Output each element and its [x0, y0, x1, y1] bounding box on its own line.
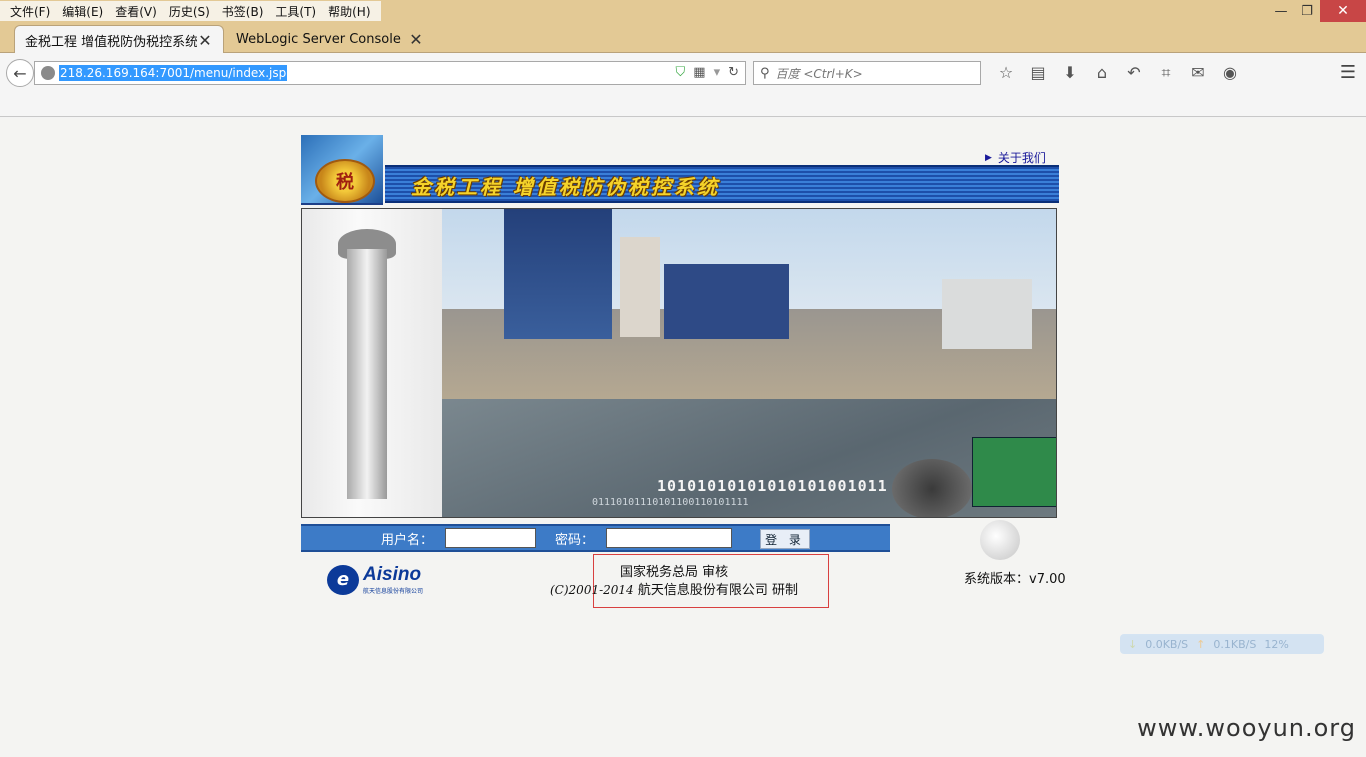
globe-icon [41, 66, 55, 80]
close-window-button[interactable]: ✕ [1320, 0, 1366, 22]
chat-icon[interactable]: ✉ [1182, 63, 1214, 83]
download-icon[interactable]: ⬇ [1054, 63, 1086, 83]
menu-list: 文件(F) 编辑(E) 查看(V) 历史(S) 书签(B) 工具(T) 帮助(H… [0, 1, 381, 21]
undo-icon[interactable]: ↶ [1118, 63, 1150, 83]
aisino-logo: e Aisino 航天信息股份有限公司 [327, 564, 423, 595]
logo-text: Aisino 航天信息股份有限公司 [363, 564, 423, 595]
window-controls: — ❐ ✕ [1268, 0, 1366, 22]
tax-emblem-icon: 税 [315, 159, 375, 203]
building-graphic [504, 209, 612, 339]
url-icons: ⛉ ▦ ▾ ↻ [676, 65, 740, 80]
star-icon[interactable]: ☆ [990, 63, 1022, 83]
tab-label: WebLogic Server Console [236, 32, 401, 47]
menu-help[interactable]: 帮助(H) [322, 3, 376, 20]
menu-history[interactable]: 历史(S) [163, 3, 216, 20]
crop-icon[interactable]: ⌗ [1150, 63, 1182, 83]
url-bar[interactable]: 218.26.169.164:7001/menu/index.jsp ⛉ ▦ ▾… [34, 61, 746, 85]
menu-tools[interactable]: 工具(T) [269, 3, 322, 20]
search-placeholder: 百度 <Ctrl+K> [775, 66, 863, 81]
tab-weblogic[interactable]: WebLogic Server Console ✕ [226, 25, 434, 54]
cpu-usage: 12% [1264, 637, 1289, 651]
search-icon: ⚲ [760, 65, 770, 81]
system-title: 金税工程 增值税防伪税控系统 [411, 175, 720, 199]
network-monitor: ↓ 0.0KB/S ↑ 0.1KB/S 12% [1120, 634, 1324, 654]
home-icon[interactable]: ⌂ [1086, 63, 1118, 83]
login-bar: 用户名： 密码： 登 录 [301, 524, 890, 552]
search-bar[interactable]: ⚲ 百度 <Ctrl+K> [753, 61, 981, 85]
building-graphic [942, 279, 1032, 349]
username-label: 用户名： [381, 532, 434, 548]
copyright-years: (C)2001-2014 [550, 583, 634, 597]
minimize-button[interactable]: — [1268, 0, 1294, 22]
upload-arrow-icon: ↑ [1196, 637, 1206, 651]
circuit-board-graphic [972, 437, 1056, 507]
username-input[interactable] [445, 528, 536, 548]
building-graphic [620, 237, 660, 337]
close-tab-icon[interactable]: ✕ [197, 31, 213, 50]
huabiao-column [347, 249, 387, 499]
building-graphic [664, 264, 789, 339]
menu-view[interactable]: 查看(V) [109, 3, 163, 20]
reload-icon[interactable]: ↻ [728, 65, 739, 80]
tab-bar: 金税工程 增值税防伪税控系统... ✕ WebLogic Server Cons… [0, 22, 1366, 73]
menu-bar: 文件(F) 编辑(E) 查看(V) 历史(S) 书签(B) 工具(T) 帮助(H… [0, 0, 1366, 22]
shield-icon[interactable]: ⛉ [676, 65, 686, 80]
profile-icon[interactable]: ◉ [1214, 63, 1246, 83]
login-button[interactable]: 登 录 [760, 529, 810, 549]
menu-bookmarks[interactable]: 书签(B) [216, 3, 270, 20]
nav-bar: ← 218.26.169.164:7001/menu/index.jsp ⛉ ▦… [0, 53, 1366, 93]
chevron-down-icon[interactable]: ▾ [714, 65, 721, 80]
system-version: 系统版本：v7.00 [964, 572, 1066, 587]
download-speed: 0.0KB/S [1145, 637, 1189, 651]
page-content: ▶ 关于我们 税 金税工程 增值税防伪税控系统 0111010111010110… [0, 118, 1366, 757]
reading-list-icon[interactable]: ▤ [1022, 63, 1054, 83]
menu-edit[interactable]: 编辑(E) [56, 3, 109, 20]
header-banner: 税 金税工程 增值税防伪税控系统 [301, 135, 1059, 205]
logo-subtitle: 航天信息股份有限公司 [363, 588, 424, 595]
download-arrow-icon: ↓ [1128, 637, 1138, 651]
watermark: www.wooyun.org [1137, 714, 1356, 742]
bookmark-bar [0, 93, 1366, 117]
menu-file[interactable]: 文件(F) [4, 3, 56, 20]
tab-label: 金税工程 增值税防伪税控系统... [25, 34, 197, 50]
review-line: 国家税务总局 审核 [620, 565, 729, 580]
developer-text: 航天信息股份有限公司 研制 [637, 583, 798, 598]
close-tab-icon[interactable]: ✕ [408, 30, 424, 49]
url-text[interactable]: 218.26.169.164:7001/menu/index.jsp [59, 65, 288, 81]
tab-tax-system[interactable]: 金税工程 增值税防伪税控系统... ✕ [14, 25, 224, 54]
mouse-graphic [980, 520, 1020, 560]
keyboard-graphic [892, 459, 972, 517]
hero-image: 01110101110101100110101111 1010101010101… [301, 208, 1057, 518]
back-button[interactable]: ← [6, 59, 34, 87]
logo-name: Aisino [363, 564, 422, 585]
password-label: 密码： [555, 532, 595, 548]
copyright-line: (C)2001-2014 航天信息股份有限公司 研制 [550, 579, 798, 598]
qr-code-icon[interactable]: ▦ [693, 65, 705, 80]
binary-text-small: 01110101110101100110101111 [592, 497, 749, 508]
password-input[interactable] [606, 528, 732, 548]
toolbar-icons: ☆ ▤ ⬇ ⌂ ↶ ⌗ ✉ ◉ [990, 63, 1246, 83]
aisino-logo-icon: e [327, 564, 359, 595]
upload-speed: 0.1KB/S [1213, 637, 1257, 651]
binary-text: 10101010101010101001011 [657, 477, 888, 495]
restore-button[interactable]: ❐ [1294, 0, 1320, 22]
menu-icon[interactable]: ☰ [1340, 62, 1356, 83]
